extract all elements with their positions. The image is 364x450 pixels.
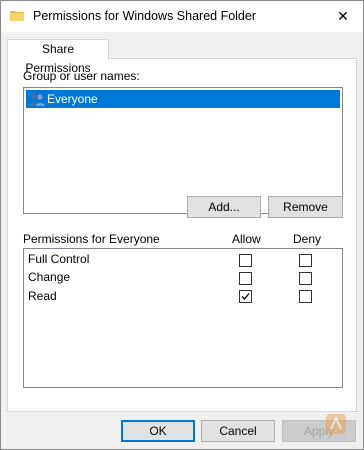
tab-label: Share Permissions: [25, 42, 91, 75]
title-bar: Permissions for Windows Shared Folder ✕: [1, 1, 363, 32]
cancel-button[interactable]: Cancel: [201, 420, 275, 442]
remove-button[interactable]: Remove: [268, 196, 343, 218]
tab-panel: Group or user names: Everyone Add... Rem…: [7, 58, 357, 412]
list-item-label: Everyone: [47, 92, 98, 106]
close-icon: ✕: [337, 8, 349, 24]
tab-share-permissions[interactable]: Share Permissions: [7, 39, 109, 75]
list-item-everyone[interactable]: Everyone: [26, 90, 340, 108]
permissions-grid: Full Control Change Read: [23, 248, 343, 388]
close-button[interactable]: ✕: [323, 1, 363, 32]
watermark-logo: [326, 414, 346, 434]
permission-change-label: Change: [28, 270, 71, 284]
full-control-allow-checkbox[interactable]: [239, 254, 252, 267]
deny-column-header: Deny: [293, 232, 322, 246]
ok-button[interactable]: OK: [121, 420, 195, 442]
permission-read-label: Read: [28, 289, 57, 303]
change-deny-checkbox[interactable]: [299, 272, 312, 285]
permissions-header: Permissions for Everyone: [23, 232, 160, 246]
read-deny-checkbox[interactable]: [299, 290, 312, 303]
folder-icon: [10, 11, 24, 21]
full-control-deny-checkbox[interactable]: [299, 254, 312, 267]
add-button[interactable]: Add...: [187, 196, 261, 218]
permission-full-control-label: Full Control: [28, 252, 90, 266]
permissions-dialog: Permissions for Windows Shared Folder ✕ …: [0, 0, 364, 450]
group-user-listbox[interactable]: Everyone: [23, 87, 343, 214]
allow-column-header: Allow: [232, 232, 261, 246]
users-icon: [29, 93, 45, 106]
tab-strip: Share Permissions: [1, 32, 363, 75]
window-title: Permissions for Windows Shared Folder: [33, 9, 256, 23]
change-allow-checkbox[interactable]: [239, 272, 252, 285]
checkmark-icon: [241, 293, 250, 300]
read-allow-checkbox[interactable]: [239, 290, 252, 303]
